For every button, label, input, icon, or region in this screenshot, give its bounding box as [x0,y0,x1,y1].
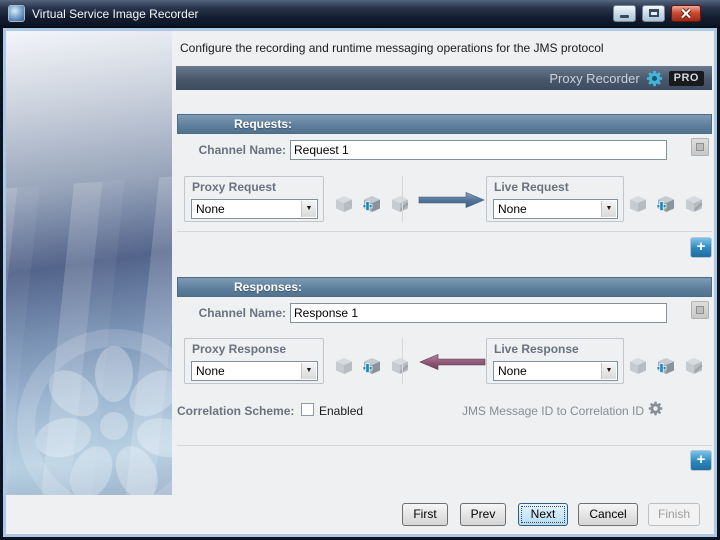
remove-request-channel-button[interactable] [691,138,709,156]
response-flow-arrow-left-icon [419,354,486,370]
asset-icon [336,196,352,212]
dropdown-arrow-icon[interactable]: ▼ [301,201,316,217]
correlation-settings-gear-icon[interactable] [648,401,663,416]
finish-button[interactable]: Finish [648,503,700,526]
proxy-recorder-label: Proxy Recorder [549,70,640,86]
maximize-button[interactable] [642,5,665,22]
open-asset-button[interactable] [628,357,650,377]
open-asset-button[interactable] [628,195,650,215]
live-response-select[interactable]: None ▼ [493,361,618,381]
instruction-text: Configure the recording and runtime mess… [180,41,604,55]
request-flow-arrow-right-icon [418,192,485,208]
dropdown-arrow-icon[interactable]: ▼ [301,363,316,379]
live-request-select[interactable]: None ▼ [493,199,618,219]
divider [177,445,712,446]
first-button[interactable]: First [402,503,448,526]
add-asset-icon [656,358,674,374]
add-asset-icon [362,358,380,374]
prev-button[interactable]: Prev [460,503,506,526]
requests-section-header: Requests: [177,114,712,134]
edit-asset-icon [392,196,409,212]
correlation-scheme-label: Correlation Scheme: [177,404,295,418]
reel-watermark-icon [17,329,172,495]
proxy-response-select[interactable]: None ▼ [191,361,318,381]
selected-value: None [498,202,527,216]
proxy-request-title: Proxy Request [192,180,277,194]
proxy-response-title: Proxy Response [192,342,287,356]
plus-icon: + [696,451,706,468]
asset-icon [336,358,352,374]
cancel-button[interactable]: Cancel [578,503,638,526]
edit-asset-button[interactable] [684,357,706,377]
channel-name-label: Channel Name: [198,306,286,320]
dialog-content: Configure the recording and runtime mess… [3,28,717,537]
add-asset-button[interactable] [362,357,384,377]
correlation-scheme-value: JMS Message ID to Correlation ID [461,404,644,418]
response-channel-input[interactable] [290,303,667,323]
divider [402,338,403,384]
open-asset-button[interactable] [334,195,356,215]
edit-asset-icon [392,358,409,374]
dropdown-arrow-icon[interactable]: ▼ [601,363,616,379]
add-asset-button[interactable] [656,195,678,215]
sidebar [6,31,172,495]
next-button[interactable]: Next [518,503,568,526]
close-button[interactable] [671,5,701,22]
add-response-channel-button[interactable]: + [690,450,712,471]
app-icon [8,5,25,22]
title-bar: Virtual Service Image Recorder [0,0,720,28]
add-asset-button[interactable] [362,195,384,215]
channel-name-label: Channel Name: [198,143,286,157]
remove-channel-icon [696,306,704,314]
proxy-response-group: Proxy Response None ▼ [184,338,324,384]
live-response-group: Live Response None ▼ [486,338,624,384]
responses-section-header: Responses: [177,277,712,297]
asset-icon [630,196,646,212]
edit-asset-icon [686,196,703,212]
add-asset-icon [656,196,674,212]
remove-channel-icon [696,143,704,151]
selected-value: None [196,364,225,378]
edit-asset-button[interactable] [390,357,412,377]
open-asset-button[interactable] [334,357,356,377]
remove-response-channel-button[interactable] [691,301,709,319]
selected-value: None [196,202,225,216]
window-title: Virtual Service Image Recorder [32,7,199,21]
live-request-group: Live Request None ▼ [486,176,624,222]
maximize-icon [649,9,659,17]
edit-asset-button[interactable] [390,195,412,215]
selected-value: None [498,364,527,378]
dropdown-arrow-icon[interactable]: ▼ [601,201,616,217]
proxy-recorder-banner: Proxy Recorder PRO [176,66,712,90]
pro-badge: PRO [668,70,704,86]
live-request-title: Live Request [494,180,569,194]
divider [177,231,712,232]
minimize-icon [620,15,629,18]
add-asset-icon [362,196,380,212]
correlation-enabled-checkbox[interactable] [301,403,314,416]
add-asset-button[interactable] [656,357,678,377]
asset-icon [630,358,646,374]
request-channel-input[interactable] [290,140,667,160]
virtual-service-image-recorder-window: Virtual Service Image Recorder Configure… [0,0,720,540]
recorder-gear-icon [646,70,662,86]
divider [402,176,403,222]
close-icon [680,8,692,19]
live-response-title: Live Response [494,342,579,356]
plus-icon: + [696,238,706,255]
edit-asset-icon [686,358,703,374]
edit-asset-button[interactable] [684,195,706,215]
add-request-channel-button[interactable]: + [690,237,712,258]
correlation-enabled-label: Enabled [319,404,364,418]
proxy-request-select[interactable]: None ▼ [191,199,318,219]
minimize-button[interactable] [613,5,636,22]
proxy-request-group: Proxy Request None ▼ [184,176,324,222]
